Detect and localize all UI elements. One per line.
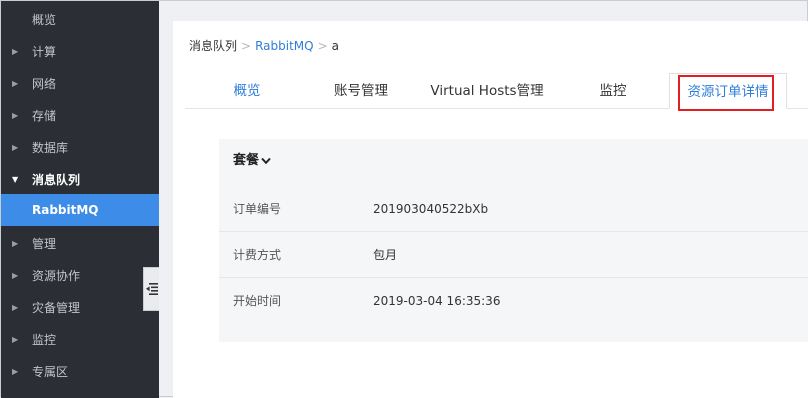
breadcrumb-service[interactable]: RabbitMQ: [255, 39, 314, 53]
sidebar-item-monitoring[interactable]: ▶ 监控: [1, 324, 159, 356]
sidebar-item-resource-collab[interactable]: ▶ 资源协作: [1, 260, 159, 292]
tab-overview[interactable]: 概览: [213, 73, 281, 109]
sidebar-item-label: 网络: [32, 77, 57, 91]
collapse-menu-icon: [146, 283, 158, 295]
sidebar-item-disaster-recovery[interactable]: ▶ 灾备管理: [1, 292, 159, 324]
detail-key: 开始时间: [233, 294, 282, 308]
sidebar: 概览 ▶ 计算 ▶ 网络 ▶ 存储 ▶ 数据库 ▼ 消息队列 RabbitMQ …: [1, 1, 159, 398]
caret-right-icon: ▶: [12, 143, 19, 152]
plan-panel: 套餐 订单编号 201903040522bXb 计费方式 包月 开始时间 201…: [219, 139, 808, 342]
sidebar-item-storage[interactable]: ▶ 存储: [1, 100, 159, 132]
sidebar-item-database[interactable]: ▶ 数据库: [1, 132, 159, 164]
sidebar-item-dedicated-zone[interactable]: ▶ 专属区: [1, 356, 159, 388]
detail-value: 201903040522bXb: [373, 202, 489, 216]
breadcrumb-separator: >: [241, 39, 252, 53]
detail-row-start-time: 开始时间 2019-03-04 16:35:36: [219, 278, 808, 324]
sidebar-item-label: 资源协作: [32, 269, 81, 283]
detail-row-billing-mode: 计费方式 包月: [219, 232, 808, 278]
tab-virtual-hosts[interactable]: Virtual Hosts管理: [425, 73, 549, 109]
breadcrumb-separator: >: [317, 39, 328, 53]
detail-value: 2019-03-04 16:35:36: [373, 294, 501, 308]
sidebar-item-network[interactable]: ▶ 网络: [1, 68, 159, 100]
tab-monitoring[interactable]: 监控: [583, 73, 643, 109]
sidebar-item-label: 监控: [32, 333, 57, 347]
caret-right-icon: ▶: [12, 335, 19, 344]
detail-value: 包月: [373, 248, 398, 262]
sidebar-item-label: 数据库: [32, 141, 69, 155]
panel-title-text: 套餐: [233, 153, 260, 168]
sidebar-item-management[interactable]: ▶ 管理: [1, 228, 159, 260]
caret-right-icon: ▶: [12, 303, 19, 312]
sidebar-item-label: 存储: [32, 109, 57, 123]
caret-right-icon: ▶: [12, 271, 19, 280]
sidebar-item-label: 管理: [32, 237, 57, 251]
sidebar-item-compute[interactable]: ▶ 计算: [1, 36, 159, 68]
sidebar-item-label: RabbitMQ: [32, 203, 99, 217]
sidebar-collapse-button[interactable]: [143, 267, 159, 311]
panel-title[interactable]: 套餐: [233, 149, 271, 168]
caret-down-icon: ▼: [12, 175, 19, 184]
caret-right-icon: ▶: [12, 367, 19, 376]
sidebar-item-rabbitmq[interactable]: RabbitMQ: [1, 194, 159, 226]
caret-right-icon: ▶: [12, 79, 19, 88]
breadcrumb-root[interactable]: 消息队列: [189, 39, 237, 53]
sidebar-item-label: 消息队列: [32, 173, 81, 187]
highlight-box: [678, 75, 774, 111]
caret-right-icon: ▶: [12, 239, 19, 248]
sidebar-item-label: 计算: [32, 45, 57, 59]
caret-right-icon: ▶: [12, 111, 19, 120]
caret-right-icon: ▶: [12, 47, 19, 56]
chevron-down-icon: [261, 157, 271, 164]
detail-key: 订单编号: [233, 202, 282, 216]
breadcrumb: 消息队列 > RabbitMQ > a: [189, 37, 339, 54]
tab-account-management[interactable]: 账号管理: [323, 73, 399, 109]
sidebar-item-message-queue[interactable]: ▼ 消息队列: [1, 164, 159, 196]
sidebar-item-overview[interactable]: 概览: [1, 4, 159, 36]
detail-key: 计费方式: [233, 248, 282, 262]
breadcrumb-instance: a: [331, 39, 339, 53]
sidebar-item-label: 概览: [32, 13, 57, 27]
detail-row-order-id: 订单编号 201903040522bXb: [219, 186, 808, 232]
sidebar-item-label: 专属区: [32, 365, 69, 379]
sidebar-item-label: 灾备管理: [32, 301, 81, 315]
